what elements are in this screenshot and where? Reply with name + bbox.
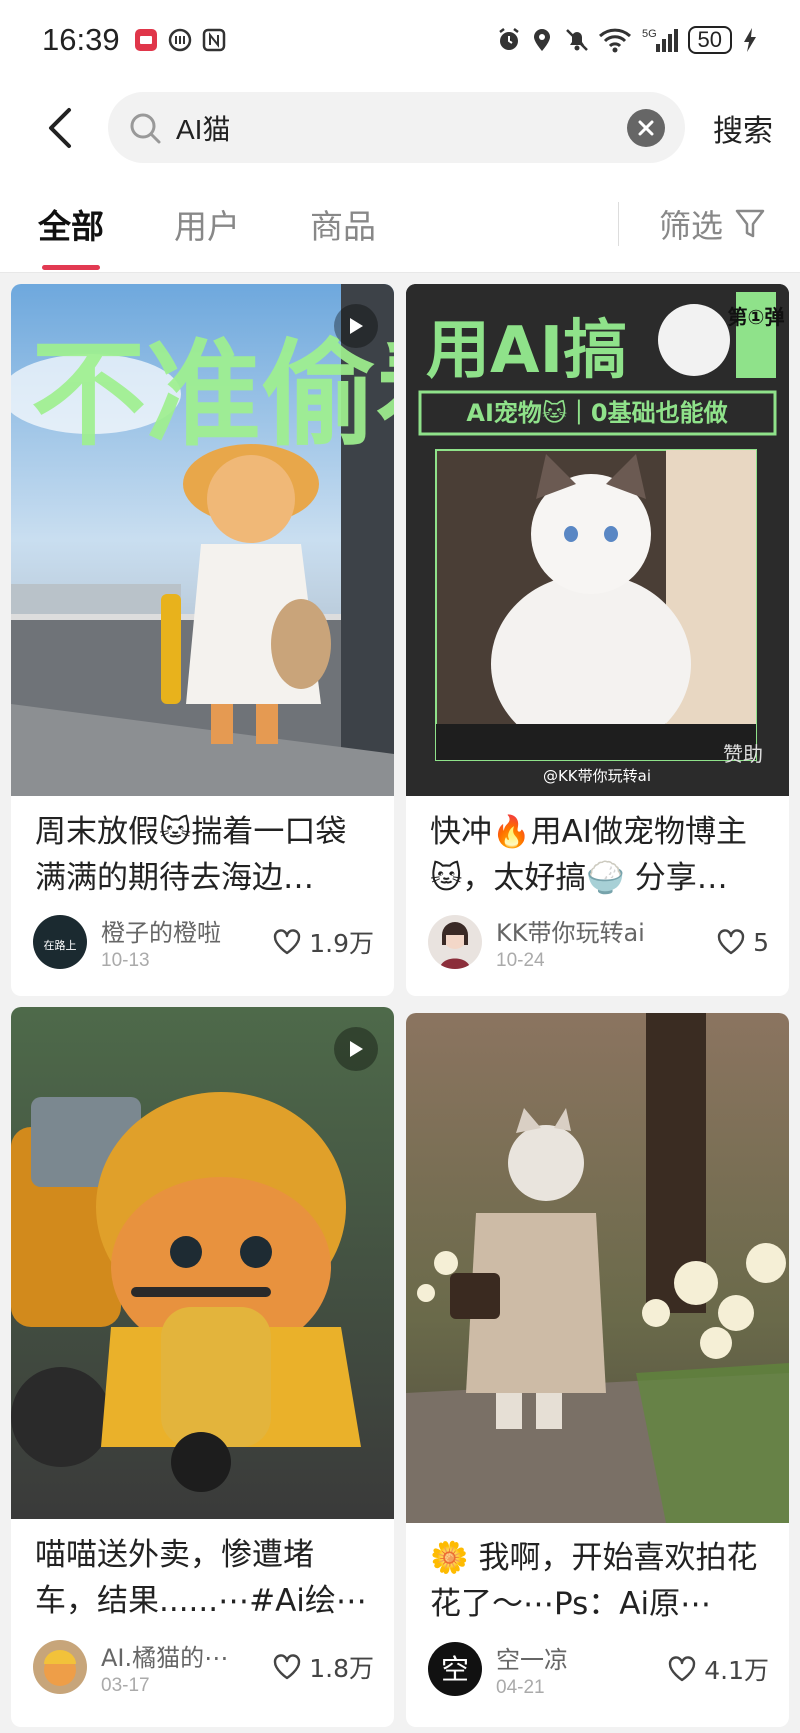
svg-text:空: 空	[441, 1653, 469, 1686]
cover-overlay-text: 用AI搞	[426, 314, 627, 388]
author-avatar[interactable]	[428, 915, 482, 969]
cover-subtitle: AI宠物🐱｜0基础也能做	[466, 399, 727, 427]
location-icon	[530, 28, 554, 52]
filter-label: 筛选	[658, 206, 723, 245]
heart-icon	[274, 1654, 301, 1680]
card-title: 周末放假🐱揣着一口袋满满的期待去海边…	[35, 814, 347, 896]
back-button[interactable]	[30, 98, 90, 158]
card-meta: 在路上 橙子的橙啦 10-13 1.9万	[33, 913, 374, 971]
result-card[interactable]: 喵喵送外卖，惨遭堵车，结果......⋯#Ai绘⋯ AI.橘猫的⋯ 03-17 …	[11, 1007, 394, 1727]
card-cover-image: 第①弹 用AI搞 AI宠物🐱｜0基础也能做 @KK带你玩转ai 赞助	[406, 284, 789, 796]
funnel-icon	[735, 209, 765, 237]
card-cover-image: 不准偷看	[11, 284, 394, 796]
clear-search-button[interactable]	[627, 108, 665, 147]
result-card[interactable]: 🌼 我啊，开始喜欢拍花花了～⋯Ps：Ai原⋯ 空 空一凉 04-21 4.1万	[406, 1013, 789, 1727]
result-card[interactable]: 不准偷看 周末放假🐱揣着一口袋满满的期待去海边… 在路上 橙子的橙啦 10-13…	[11, 284, 394, 996]
mute-icon	[564, 28, 588, 52]
result-card[interactable]: 第①弹 用AI搞 AI宠物🐱｜0基础也能做 @KK带你玩转ai 赞助 快冲🔥用A…	[406, 284, 789, 996]
heart-icon	[274, 929, 301, 955]
author-avatar[interactable]: 在路上	[33, 915, 87, 969]
alarm-icon	[496, 28, 520, 52]
wifi-icon	[598, 28, 632, 53]
chevron-left-icon	[49, 107, 71, 148]
like-button[interactable]: 5	[717, 928, 769, 957]
result-tabs: 全部 用户 商品 筛选	[0, 175, 800, 273]
author-name[interactable]: AI.橘猫的⋯	[101, 1638, 228, 1673]
post-date: 03-17	[101, 1674, 150, 1696]
heart-icon	[669, 1656, 696, 1682]
like-button[interactable]: 1.8万	[273, 1649, 374, 1685]
search-icon	[130, 113, 161, 143]
cover-overlay-text: 不准偷看	[31, 328, 394, 462]
card-meta: 空 空一凉 04-21 4.1万	[428, 1640, 769, 1698]
tab-all[interactable]: 全部	[38, 200, 104, 270]
like-count: 5	[753, 927, 769, 957]
cover-badge: 第①弹	[728, 305, 785, 329]
search-query: AI猫	[176, 113, 231, 145]
search-input[interactable]: AI猫	[108, 92, 685, 163]
status-bar: 16:39 5G 50	[0, 0, 800, 80]
like-count: 1.9万	[309, 929, 374, 958]
video-play-icon	[334, 304, 378, 348]
card-title: 🌼 我啊，开始喜欢拍花花了～⋯Ps：Ai原⋯	[430, 1540, 758, 1622]
author-avatar[interactable]	[33, 1640, 87, 1694]
card-title: 快冲🔥用AI做宠物博主🐱，太好搞🍚 分享…	[430, 814, 747, 896]
app-notification-icon	[134, 28, 158, 52]
author-name[interactable]: KK带你玩转ai	[496, 913, 645, 948]
card-meta: KK带你玩转ai 10-24 5	[428, 913, 769, 971]
tab-products[interactable]: 商品	[310, 200, 376, 248]
card-cover-image	[11, 1007, 394, 1519]
post-date: 10-13	[101, 949, 150, 971]
post-date: 04-21	[496, 1676, 545, 1698]
card-meta: AI.橘猫的⋯ 03-17 1.8万	[33, 1638, 374, 1696]
card-cover-image	[406, 1013, 789, 1523]
search-button[interactable]: 搜索	[713, 106, 773, 150]
nfc-icon	[202, 28, 226, 52]
filter-button[interactable]: 筛选	[659, 201, 765, 247]
tab-divider	[617, 201, 619, 246]
author-name[interactable]: 空一凉	[496, 1640, 568, 1675]
heart-icon	[717, 929, 745, 955]
battery-indicator: 50	[687, 26, 732, 54]
data-saver-icon	[168, 28, 192, 52]
svg-text:在路上: 在路上	[44, 939, 77, 952]
close-icon	[638, 120, 654, 135]
status-time: 16:39	[42, 22, 120, 57]
like-count: 1.8万	[309, 1654, 374, 1683]
author-avatar[interactable]: 空	[428, 1642, 482, 1696]
author-name[interactable]: 橙子的橙啦	[101, 913, 221, 948]
video-play-icon	[334, 1027, 378, 1071]
charging-icon	[742, 28, 758, 52]
search-header: AI猫 搜索	[0, 80, 800, 175]
svg-text:5G: 5G	[642, 28, 657, 40]
signal-icon: 5G	[642, 28, 678, 52]
like-count: 4.1万	[704, 1656, 769, 1685]
tab-users[interactable]: 用户	[174, 200, 240, 248]
sponsor-label: 赞助	[723, 742, 763, 766]
card-title: 喵喵送外卖，惨遭堵车，结果......⋯#Ai绘⋯	[35, 1537, 367, 1619]
like-button[interactable]: 1.9万	[273, 924, 374, 960]
like-button[interactable]: 4.1万	[668, 1651, 769, 1687]
post-date: 10-24	[496, 949, 545, 971]
cover-watermark: @KK带你玩转ai	[543, 767, 651, 785]
